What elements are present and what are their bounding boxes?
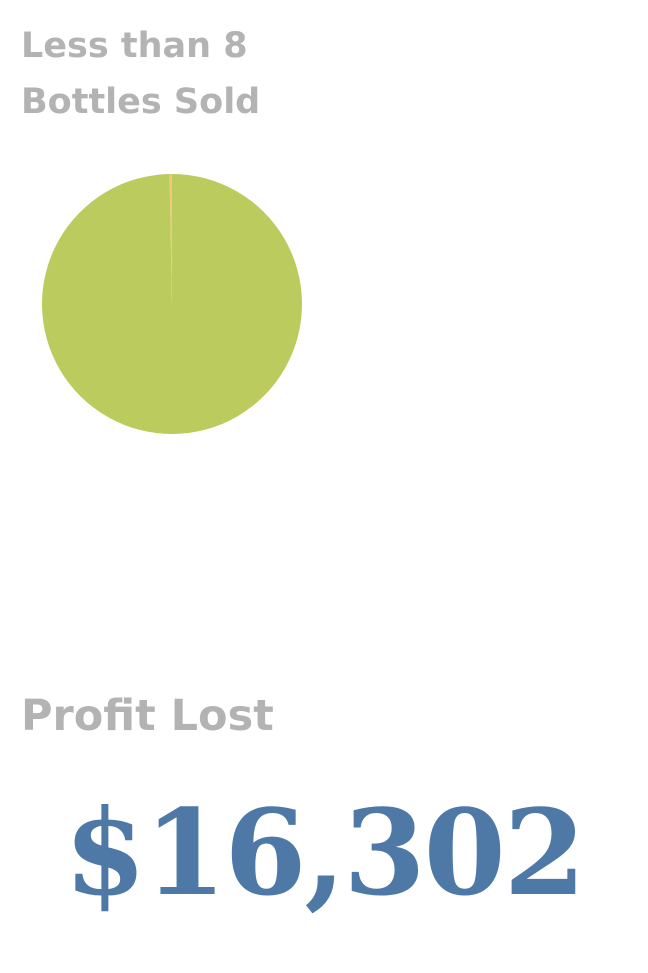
pie-slice-1 xyxy=(42,174,303,435)
pie-chart xyxy=(40,172,304,436)
profit-lost-label: Profit Lost xyxy=(21,691,274,741)
profit-lost-value: $16,302 xyxy=(64,783,586,922)
pie-chart-svg xyxy=(42,174,303,435)
pie-chart-title: Less than 8 Bottles Sold xyxy=(21,26,261,122)
